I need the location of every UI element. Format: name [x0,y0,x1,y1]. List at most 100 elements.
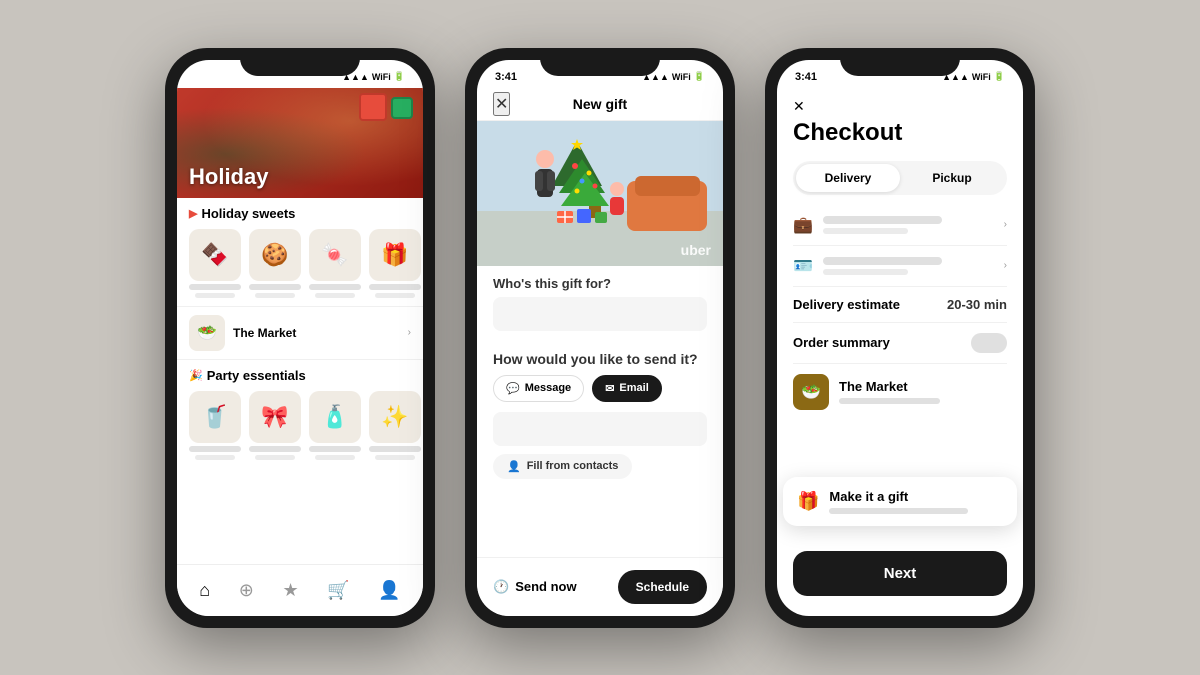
battery-icon: 🔋 [394,71,405,82]
item-sub [195,293,235,298]
uber-logo: uber [681,242,711,258]
contact-line1 [823,257,943,265]
notch-1 [240,48,360,76]
item-sub [195,455,235,460]
contact-line2 [823,269,908,275]
address-row[interactable]: 💼 › [793,205,1007,246]
party-icon: 🎉 [189,369,203,382]
screen-3: 3:41 ▲▲▲ WiFi 🔋 ✕ Checkout Delivery Pick… [777,60,1023,616]
send-method-section: How would you like to send it? 💬 Message… [477,341,723,489]
chevron-right-icon: › [408,327,411,338]
list-item[interactable]: 🥤 [189,391,241,460]
item-label [369,284,421,290]
fire-icon: ▶ [189,207,197,220]
send-now-option[interactable]: 🕐 Send now [493,579,577,595]
hero-decoration [359,93,413,121]
checkout-title: Checkout [793,119,1007,147]
section-holiday-sweets: ▶ Holiday sweets [177,198,423,225]
gift-for-section: Who's this gift for? [477,266,723,341]
list-item[interactable]: ✨ [369,391,421,460]
hero-title: Holiday [189,164,268,190]
bottom-bar: 🕐 Send now Schedule [477,557,723,616]
gift-box-icon: 🎁 [797,491,819,512]
checkout-content: Delivery Pickup 💼 › 🪪 › [777,161,1023,420]
market-sub [839,398,940,404]
market-row[interactable]: 🥗 The Market [793,364,1007,420]
chevron-right-icon: › [1004,219,1007,230]
address-line1 [823,216,943,224]
notch-2 [540,48,660,76]
nav-search[interactable]: ⊕ [239,580,254,601]
chevron-right-icon: › [1004,260,1007,271]
tab-pickup[interactable]: Pickup [900,164,1004,192]
order-summary-label: Order summary [793,335,890,350]
gift-tooltip-sub [829,508,968,514]
method-buttons: 💬 Message ✉ Email [493,375,707,402]
item-label [309,284,361,290]
contacts-icon: 👤 [507,460,521,473]
party-row: 🥤 🎀 🧴 ✨ [177,387,423,468]
gift-for-input[interactable] [493,297,707,331]
store-row[interactable]: 🥗 The Market › [177,306,423,360]
item-sub [315,293,355,298]
list-item[interactable]: 🍪 [249,229,301,298]
item-image: 🧴 [309,391,361,443]
email-input[interactable] [493,412,707,446]
market-image: 🥗 [793,374,829,410]
phone-2: 3:41 ▲▲▲ WiFi 🔋 ✕ New gift [465,48,735,628]
item-sub [375,455,415,460]
notch-3 [840,48,960,76]
item-image: 🍪 [249,229,301,281]
address-info [823,216,994,234]
deco-box-red [359,93,387,121]
make-it-gift-tooltip[interactable]: 🎁 Make it a gift [783,477,1017,526]
delivery-estimate-value: 20-30 min [947,297,1007,312]
deco-box-green [391,97,413,119]
id-icon: 🪪 [793,256,813,276]
item-label [309,446,361,452]
briefcase-icon: 💼 [793,215,813,235]
time-2: 3:41 [495,71,517,83]
send-method-label: How would you like to send it? [493,351,707,367]
message-button[interactable]: 💬 Message [493,375,584,402]
clock-icon: 🕐 [493,579,509,595]
email-icon: ✉ [605,382,614,395]
delivery-tabs: Delivery Pickup [793,161,1007,195]
contact-info [823,257,994,275]
next-button[interactable]: Next [793,551,1007,596]
item-image: ✨ [369,391,421,443]
schedule-button[interactable]: Schedule [618,570,707,604]
list-item[interactable]: 🎁 [369,229,421,298]
list-item[interactable]: 🧴 [309,391,361,460]
item-sub [315,455,355,460]
nav-home[interactable]: ⌂ [199,580,210,601]
nav-cart[interactable]: 🛒 [327,580,349,601]
contact-row[interactable]: 🪪 › [793,246,1007,287]
tab-delivery[interactable]: Delivery [796,164,900,192]
item-image: 🍬 [309,229,361,281]
store-image: 🥗 [189,315,225,351]
email-button[interactable]: ✉ Email [592,375,662,402]
item-image: 🎁 [369,229,421,281]
item-label [369,446,421,452]
bottom-nav: ⌂ ⊕ ★ 🛒 👤 [177,564,423,616]
item-label [189,284,241,290]
order-summary-toggle[interactable] [971,333,1007,353]
wifi-icon: WiFi [972,72,991,82]
fill-contacts-button[interactable]: 👤 Fill from contacts [493,454,632,479]
nav-favorites[interactable]: ★ [282,580,298,601]
close-button[interactable]: ✕ [493,92,510,116]
make-gift-title: Make it a gift [829,489,1003,504]
list-item[interactable]: 🎀 [249,391,301,460]
list-item[interactable]: 🍬 [309,229,361,298]
list-item[interactable]: 🍫 [189,229,241,298]
battery-icon: 🔋 [694,71,705,82]
close-checkout-button[interactable]: ✕ [793,98,1007,115]
nav-account[interactable]: 👤 [378,580,400,601]
section-party-essentials: 🎉 Party essentials [177,360,423,387]
gift-for-label: Who's this gift for? [493,276,707,291]
item-sub [255,293,295,298]
message-icon: 💬 [506,382,520,395]
gift-tooltip-content: Make it a gift [829,489,1003,514]
phone-1: ▲▲▲ WiFi 🔋 Holiday ▶ Holiday sweets [165,48,435,628]
